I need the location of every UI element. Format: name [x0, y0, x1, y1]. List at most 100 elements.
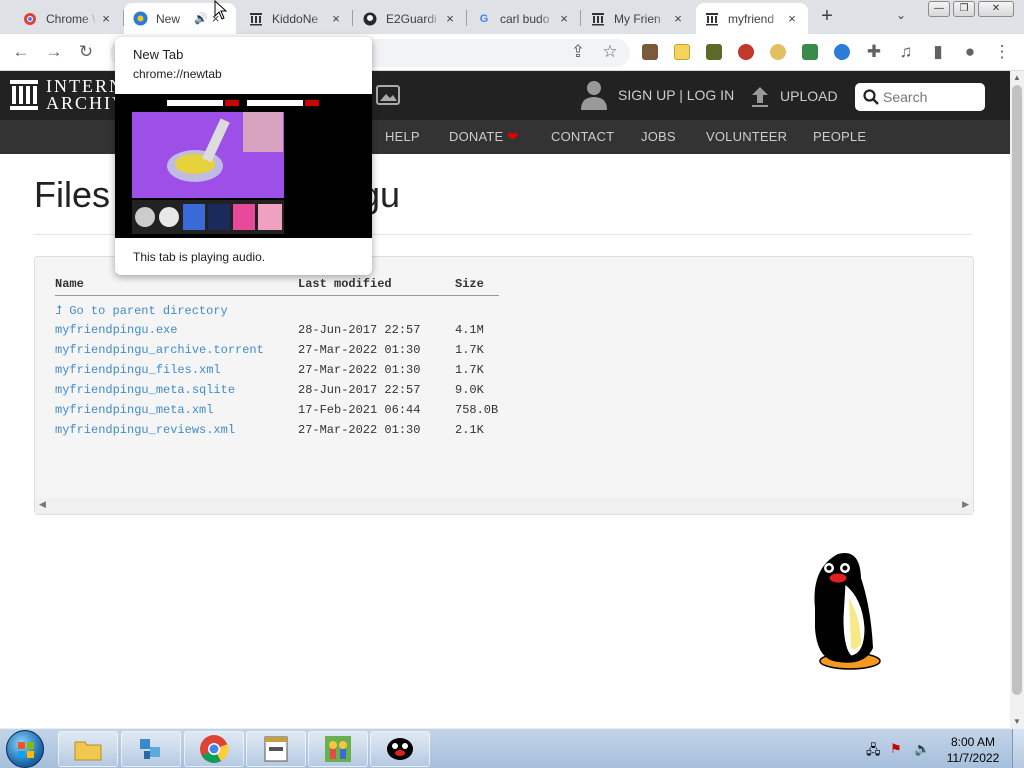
tab-title: carl budo	[500, 11, 550, 26]
tab-close-icon[interactable]: ×	[784, 11, 800, 26]
file-date: 28-Jun-2017 22:57	[298, 383, 421, 397]
file-date: 27-Mar-2022 01:30	[298, 423, 421, 437]
nav-jobs[interactable]: JOBS	[641, 129, 676, 144]
mouse-cursor-icon	[214, 0, 228, 20]
tab-google-search[interactable]: G carl budo ×	[468, 3, 580, 34]
tab-e2guardian[interactable]: E2Guardi ×	[354, 3, 466, 34]
extension-portrait-icon[interactable]	[642, 44, 658, 60]
menu-icon[interactable]: ⋮	[990, 41, 1014, 65]
extension-picture-icon[interactable]	[706, 44, 722, 60]
file-size: 2.1K	[455, 423, 484, 437]
show-desktop-button[interactable]	[1012, 729, 1024, 768]
minimize-button[interactable]: —	[928, 1, 950, 17]
horizontal-scrollbar[interactable]: ◀ ▶	[35, 498, 973, 514]
file-link[interactable]: myfriendpingu_meta.xml	[55, 403, 213, 417]
archive-favicon-icon	[590, 11, 606, 27]
profile-avatar-icon[interactable]: ●	[958, 41, 982, 65]
start-button[interactable]	[6, 730, 44, 768]
file-date: 27-Mar-2022 01:30	[298, 363, 421, 377]
bookmark-star-icon[interactable]: ☆	[598, 41, 622, 65]
extension-face-icon[interactable]	[770, 44, 786, 60]
file-link[interactable]: myfriendpingu.exe	[55, 323, 177, 337]
scroll-up-icon[interactable]: ▲	[1013, 73, 1021, 82]
nav-contact[interactable]: CONTACT	[551, 129, 614, 144]
scrollbar-thumb[interactable]	[1012, 85, 1022, 695]
tab-close-icon[interactable]: ×	[328, 11, 344, 26]
upload-link[interactable]: UPLOAD	[750, 85, 838, 107]
media-control-icon[interactable]: ♫	[894, 41, 918, 65]
nav-people[interactable]: PEOPLE	[813, 129, 866, 144]
tab-title: KiddoNe	[272, 11, 319, 26]
file-date: 27-Mar-2022 01:30	[298, 343, 421, 357]
tray-network-icon[interactable]: 🖧	[866, 741, 881, 763]
taskbar-network[interactable]	[121, 731, 181, 767]
tab-myfriendpingu[interactable]: myfriend ×	[696, 3, 808, 34]
taskbar-explorer[interactable]	[58, 731, 118, 767]
taskbar-calculator-app[interactable]	[246, 731, 306, 767]
archive-logo-icon[interactable]	[10, 80, 38, 110]
column-header-modified[interactable]: Last modified	[298, 277, 392, 291]
file-link[interactable]: myfriendpingu_reviews.xml	[55, 423, 235, 437]
tab-close-icon[interactable]: ×	[556, 11, 572, 26]
taskbar-pingu-app[interactable]	[370, 731, 430, 767]
extension-note-icon[interactable]	[674, 44, 690, 60]
file-size: 758.0B	[455, 403, 499, 417]
column-header-name[interactable]: Name	[55, 277, 84, 291]
scroll-down-icon[interactable]: ▼	[1013, 717, 1021, 726]
file-link[interactable]: myfriendpingu_archive.torrent	[55, 343, 264, 357]
tab-title: New	[156, 11, 181, 26]
maximize-button[interactable]: ❐	[953, 1, 975, 17]
tab-search-icon[interactable]: ⌄	[896, 8, 906, 22]
signup-login-link[interactable]: SIGN UP | LOG IN	[580, 79, 734, 111]
tab-my-friend[interactable]: My Frien ×	[582, 3, 694, 34]
tray-volume-icon[interactable]: 🔈	[914, 741, 930, 757]
tray-flag-icon[interactable]: ⚑	[890, 741, 902, 757]
file-listing: Name Last modified Size ⮥ Go to parent d…	[34, 256, 974, 515]
column-header-size[interactable]: Size	[455, 277, 484, 291]
nav-donate[interactable]: DONATE ❤	[449, 129, 518, 145]
tab-chrome[interactable]: Chrome \ ×	[14, 3, 122, 34]
tab-close-icon[interactable]: ×	[442, 11, 458, 26]
file-size: 9.0K	[455, 383, 484, 397]
tab-close-icon[interactable]: ×	[98, 11, 114, 26]
pingu-icon	[387, 738, 413, 760]
images-icon[interactable]	[376, 85, 400, 110]
file-link[interactable]: myfriendpingu_files.xml	[55, 363, 221, 377]
hover-card-title: New Tab	[133, 47, 184, 62]
search-input[interactable]: Search	[855, 83, 985, 111]
parent-directory-link[interactable]: ⮥ Go to parent directory	[55, 303, 228, 318]
nav-volunteer[interactable]: VOLUNTEER	[706, 129, 787, 144]
reload-icon[interactable]: ↻	[74, 41, 98, 65]
user-icon	[581, 81, 607, 110]
nav-help[interactable]: HELP	[385, 129, 420, 144]
taskbar: 🖧 ⚑ 🔈 8:00 AM 11/7/2022	[0, 728, 1024, 768]
back-icon[interactable]: ←	[9, 41, 33, 65]
tab-preview-thumbnail	[115, 94, 372, 238]
tab-hover-card: New Tab chrome://newtab This tab is play…	[115, 37, 372, 275]
folder-icon	[74, 741, 102, 761]
taskbar-kids-app[interactable]	[308, 731, 368, 767]
up-arrow-icon: ⮥	[55, 303, 63, 317]
tab-close-icon[interactable]: ×	[670, 11, 686, 26]
file-link[interactable]: myfriendpingu_meta.sqlite	[55, 383, 235, 397]
system-clock[interactable]: 8:00 AM 11/7/2022	[940, 734, 1006, 766]
scroll-left-icon[interactable]: ◀	[39, 499, 46, 510]
extension-kiddo-icon[interactable]	[834, 44, 850, 60]
extension-bug-icon[interactable]	[738, 44, 754, 60]
forward-icon[interactable]: →	[42, 41, 66, 65]
speaker-icon[interactable]: 🔊	[194, 12, 208, 25]
scroll-right-icon[interactable]: ▶	[962, 499, 969, 510]
share-icon[interactable]: ⇪	[566, 41, 590, 65]
extension-card-icon[interactable]	[802, 44, 818, 60]
side-panel-icon[interactable]: ▮	[926, 41, 950, 65]
vertical-scrollbar[interactable]: ▲ ▼	[1010, 71, 1024, 728]
file-size: 4.1M	[455, 323, 484, 337]
archive-favicon-icon	[704, 11, 720, 27]
tab-kiddonet[interactable]: KiddoNe ×	[240, 3, 352, 34]
new-tab-button[interactable]: +	[816, 6, 838, 28]
close-window-button[interactable]: ✕	[978, 1, 1014, 17]
chrome-favicon-icon	[22, 11, 38, 27]
header-divider	[55, 295, 499, 296]
taskbar-chrome[interactable]	[184, 731, 244, 767]
extensions-puzzle-icon[interactable]: ✚	[862, 41, 886, 65]
